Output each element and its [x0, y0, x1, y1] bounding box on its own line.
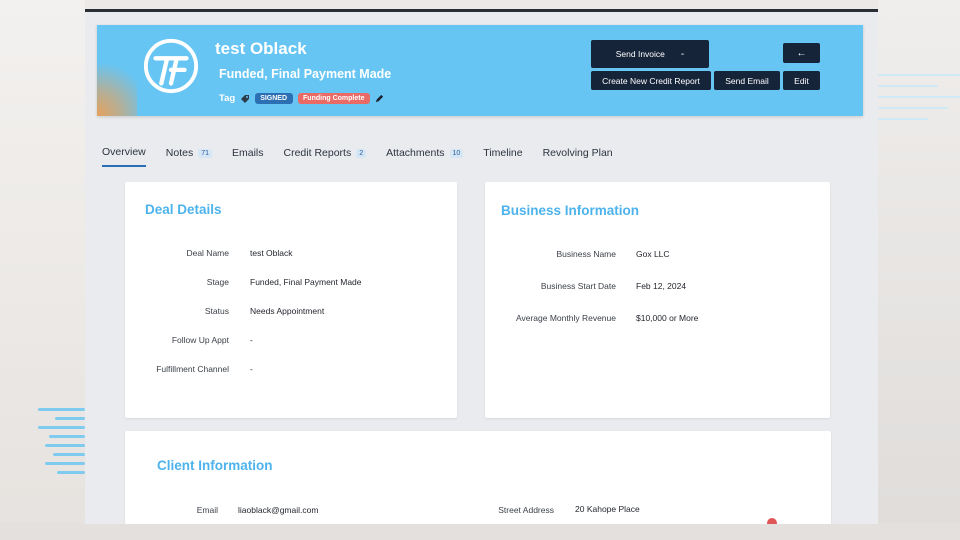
business-information-title: Business Information: [501, 203, 640, 218]
tab-attachments[interactable]: Attachments 10: [386, 147, 464, 166]
tag-icon[interactable]: [240, 94, 250, 104]
edit-button[interactable]: Edit: [783, 71, 820, 90]
business-information-card: Business Information Business Name Gox L…: [485, 182, 830, 418]
field-value[interactable]: test Oblack: [250, 248, 293, 258]
tab-revolving-plan[interactable]: Revolving Plan: [543, 147, 613, 166]
create-credit-report-button[interactable]: Create New Credit Report: [591, 71, 711, 90]
notification-dot[interactable]: [767, 518, 777, 524]
deal-header: test Oblack Funded, Final Payment Made T…: [97, 25, 863, 116]
tab-timeline[interactable]: Timeline: [483, 147, 522, 166]
street-address-value[interactable]: 20 Kahope Place: [575, 504, 640, 514]
tab-label: Credit Reports: [283, 147, 352, 159]
bottom-bar: [0, 523, 960, 540]
tab-emails[interactable]: Emails: [232, 147, 264, 166]
field-label: Follow Up Appt: [171, 335, 229, 345]
back-arrow-icon[interactable]: ←: [783, 43, 820, 63]
app-window: test Oblack Funded, Final Payment Made T…: [85, 9, 878, 524]
tab-label: Revolving Plan: [542, 147, 613, 159]
attachments-count-badge: 10: [449, 148, 464, 158]
field-value[interactable]: Funded, Final Payment Made: [250, 277, 362, 287]
deal-stage: Funded, Final Payment Made: [219, 67, 392, 81]
badge-funding-complete[interactable]: Funding Complete: [298, 93, 371, 104]
send-invoice-label: Send Invoice: [615, 49, 665, 59]
field-value[interactable]: Feb 12, 2024: [636, 281, 686, 291]
tabs-bar: Overview Notes 71 Emails Credit Reports …: [102, 146, 633, 167]
send-invoice-caret: -: [680, 48, 685, 60]
field-value[interactable]: -: [250, 364, 253, 374]
decorative-lines-right: [878, 74, 960, 129]
field-value[interactable]: Needs Appointment: [250, 306, 324, 316]
field-value[interactable]: Gox LLC: [636, 249, 670, 259]
credit-reports-count-badge: 2: [356, 148, 367, 158]
pencil-icon[interactable]: [375, 94, 384, 103]
field-label: Stage: [206, 277, 229, 287]
deal-details-card: Deal Details Deal Name test Oblack Stage…: [125, 182, 457, 418]
tab-label: Attachments: [386, 147, 445, 159]
tab-credit-reports[interactable]: Credit Reports 2: [284, 147, 367, 166]
deal-details-title: Deal Details: [145, 202, 222, 217]
client-information-card: Client Information Email liaoblack@gmail…: [125, 431, 831, 524]
deal-title: test Oblack: [215, 39, 307, 58]
logo-tf-icon: [143, 38, 199, 94]
tab-label: Notes: [165, 147, 194, 159]
header-glow: [97, 56, 137, 116]
field-label: Average Monthly Revenue: [515, 313, 616, 323]
client-information-title: Client Information: [157, 458, 273, 473]
field-label: Business Name: [556, 249, 616, 259]
email-value[interactable]: liaoblack@gmail.com: [238, 505, 318, 515]
send-email-button[interactable]: Send Email: [714, 71, 780, 90]
tab-label: Emails: [232, 147, 264, 159]
badge-signed[interactable]: SIGNED: [255, 93, 294, 104]
field-value[interactable]: -: [250, 335, 253, 345]
street-address-label: Street Address: [498, 505, 554, 515]
tag-row: Tag SIGNED Funding Complete: [219, 93, 384, 104]
tag-label: Tag: [219, 93, 236, 104]
decorative-lines-left: [38, 408, 85, 480]
tab-notes[interactable]: Notes 71: [166, 147, 212, 166]
tab-overview[interactable]: Overview: [102, 146, 146, 167]
tab-label: Overview: [102, 146, 146, 158]
tab-label: Timeline: [483, 147, 523, 159]
field-label: Deal Name: [186, 248, 229, 258]
email-label: Email: [196, 505, 218, 515]
field-label: Business Start Date: [540, 281, 616, 291]
window-tab-indicator: [157, 9, 187, 12]
send-invoice-button[interactable]: Send Invoice -: [591, 40, 709, 68]
field-value[interactable]: $10,000 or More: [636, 313, 698, 323]
field-label: Fulfillment Channel: [156, 364, 229, 374]
notes-count-badge: 71: [198, 148, 212, 158]
field-label: Status: [204, 306, 229, 316]
